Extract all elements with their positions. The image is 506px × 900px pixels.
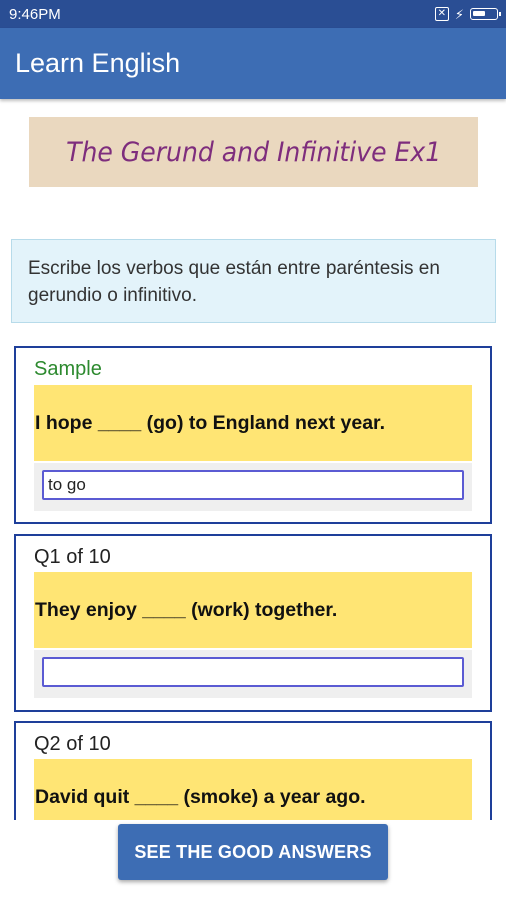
sample-answer-container <box>34 463 472 511</box>
question-text: David quit ____ (smoke) a year ago. <box>35 785 366 808</box>
status-bar: 9:46PM ✕ ⚡ <box>0 0 506 28</box>
sample-answer-input[interactable] <box>42 470 464 500</box>
battery-icon <box>470 8 501 20</box>
sample-question-box: I hope ____ (go) to England next year. <box>34 385 472 461</box>
question-label: Q2 of 10 <box>34 733 111 755</box>
question-box: They enjoy ____ (work) together. <box>34 572 472 648</box>
sim-blocked-icon: ✕ <box>434 7 449 21</box>
app-bar: Learn English <box>0 28 506 99</box>
exercise-title: The Gerund and Infinitive Ex1 <box>65 136 442 168</box>
question-label: Q1 of 10 <box>34 546 111 568</box>
status-time: 9:46PM <box>9 5 61 23</box>
exercise-title-banner: The Gerund and Infinitive Ex1 <box>29 117 478 187</box>
sample-label: Sample <box>34 358 102 380</box>
question-card-1: Q1 of 10 They enjoy ____ (work) together… <box>14 534 492 712</box>
answer-input-q1[interactable] <box>42 657 464 687</box>
answer-container <box>34 650 472 698</box>
question-text: They enjoy ____ (work) together. <box>35 598 338 621</box>
sample-question: I hope ____ (go) to England next year. <box>35 411 385 434</box>
sample-card: Sample I hope ____ (go) to England next … <box>14 346 492 524</box>
status-icons: ✕ ⚡ <box>434 6 501 22</box>
instructions-box: Escribe los verbos que están entre parén… <box>11 239 496 323</box>
see-good-answers-button[interactable]: SEE THE GOOD ANSWERS <box>118 824 388 880</box>
bolt-icon: ⚡ <box>454 6 464 22</box>
app-title: Learn English <box>15 48 181 78</box>
instructions-text: Escribe los verbos que están entre parén… <box>28 258 440 306</box>
